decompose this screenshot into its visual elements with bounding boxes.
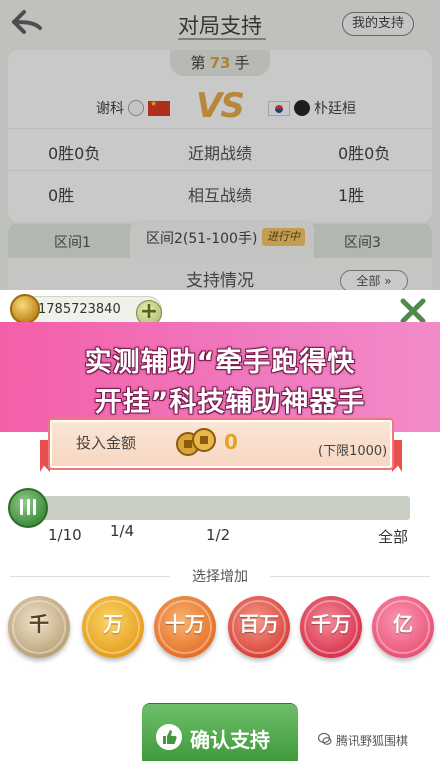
bet-amount-label: 投入金额: [76, 434, 137, 452]
title-underline: [178, 38, 266, 40]
add-ten-thousand-button[interactable]: 万: [82, 596, 144, 658]
amount-label: 万: [103, 612, 123, 636]
row-divider: [8, 170, 432, 171]
add-thousand-button[interactable]: 千: [8, 596, 70, 658]
promo-text-line-1: 实测辅助“牵手跑得快: [84, 347, 356, 378]
divider: [270, 576, 430, 577]
add-ten-million-button[interactable]: 千万: [300, 596, 362, 658]
slider-tick-all[interactable]: 全部: [378, 526, 408, 547]
vs-label: VS: [196, 86, 245, 126]
slider-tick-1-10[interactable]: 1/10: [48, 526, 82, 544]
in-progress-badge: 进行中: [262, 228, 305, 246]
recent-record-row: 近期战绩 0胜0负 0胜0负: [8, 130, 432, 170]
round-number: 73: [209, 54, 231, 72]
amount-label: 亿: [393, 612, 413, 636]
head-to-head-right: 1胜: [338, 186, 365, 205]
add-million-button[interactable]: 百万: [228, 596, 290, 658]
player-right[interactable]: 朴廷桓: [268, 98, 356, 118]
my-support-button[interactable]: 我的支持: [342, 12, 414, 36]
bet-amount-value: 0: [224, 430, 238, 454]
grip-icon: [20, 499, 36, 515]
view-all-button[interactable]: 全部 »: [340, 270, 408, 292]
bet-minimum-label: (下限1000): [318, 444, 388, 459]
top-bar: 对局支持 我的支持: [0, 0, 440, 46]
coins-stack-icon: [176, 428, 216, 456]
move-number-pill: 第 73 手: [170, 50, 270, 76]
amount-label: 千万: [311, 612, 351, 636]
tab-zone-3[interactable]: 区间3: [344, 232, 381, 252]
amount-label: 千: [29, 612, 49, 636]
amount-slider-track[interactable]: [28, 496, 410, 520]
promo-text-line-2: 开挂”科技辅助神器手: [94, 387, 366, 418]
round-suffix: 手: [234, 54, 250, 72]
head-to-head-left: 0胜: [48, 186, 75, 205]
confirm-support-label: 确认支持: [190, 728, 270, 752]
player-left[interactable]: 谢科: [96, 98, 170, 118]
china-flag-icon: [148, 99, 170, 116]
add-hundred-thousand-button[interactable]: 十万: [154, 596, 216, 658]
watermark-text: 腾讯野狐围棋: [336, 734, 409, 748]
wechat-icon: [318, 732, 332, 745]
white-stone-icon: [128, 100, 144, 116]
head-to-head-row: 相互战绩 0胜 1胜: [8, 172, 432, 212]
coin-icon: [10, 294, 40, 324]
slider-tick-1-4[interactable]: 1/4: [110, 522, 134, 540]
round-prefix: 第: [190, 54, 206, 72]
tab-zone-1[interactable]: 区间1: [54, 232, 91, 252]
amount-label: 百万: [239, 612, 279, 636]
player-right-name: 朴廷桓: [314, 101, 356, 117]
coin-balance: 1785723840: [38, 302, 121, 317]
recent-record-right: 0胜0负: [338, 144, 391, 163]
thumbs-up-icon: [156, 724, 182, 750]
player-left-name: 谢科: [96, 101, 124, 117]
row-divider: [8, 128, 432, 129]
slider-tick-1-2[interactable]: 1/2: [206, 526, 230, 544]
korea-flag-icon: [268, 100, 290, 116]
add-hundred-million-button[interactable]: 亿: [372, 596, 434, 658]
amount-label: 十万: [165, 612, 205, 636]
recent-record-left: 0胜0负: [48, 144, 101, 163]
black-stone-icon: [294, 100, 310, 116]
tab-zone-2-label: 区间2(51-100手): [146, 231, 258, 247]
